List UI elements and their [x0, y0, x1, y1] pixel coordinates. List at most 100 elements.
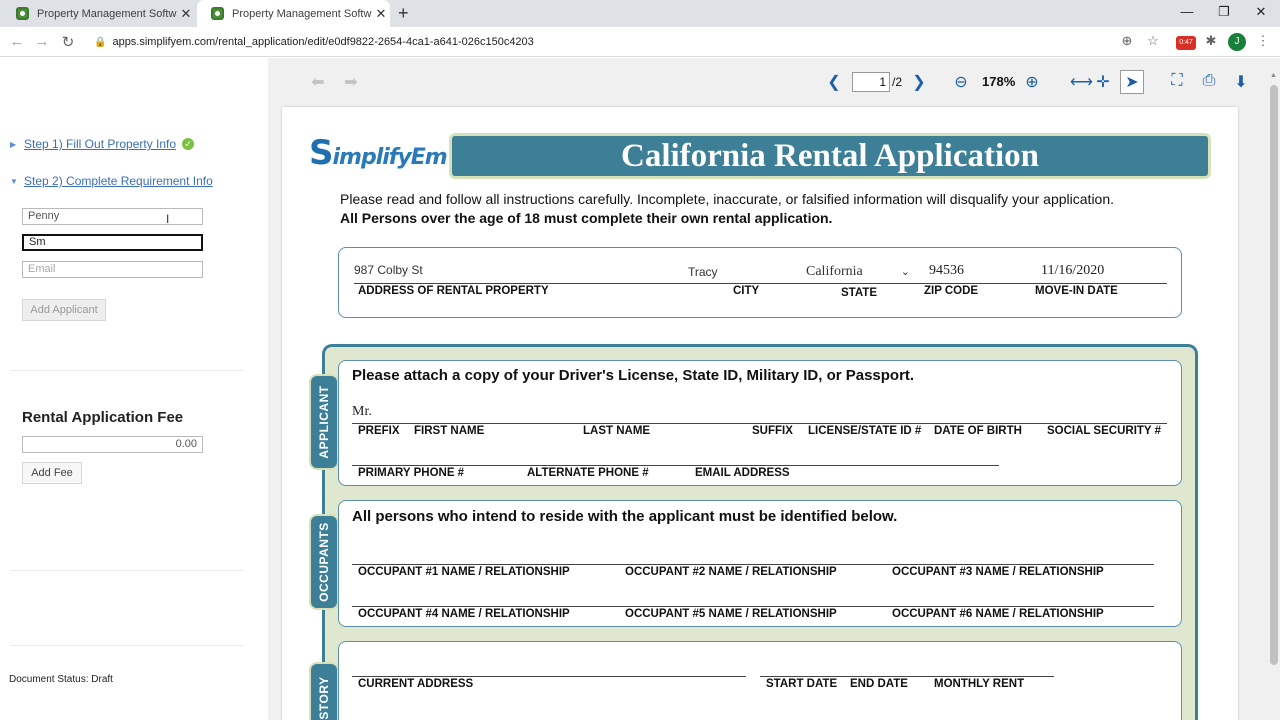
history-tab-label: STORY	[317, 676, 331, 720]
history-side-tab: STORY	[309, 662, 339, 720]
minimize-icon[interactable]: —	[1177, 4, 1197, 19]
document-title: California Rental Application	[449, 133, 1211, 179]
page-number-input[interactable]: 1	[852, 72, 890, 92]
tab-title: Property Management Software	[37, 7, 177, 20]
zoom-indicator-icon[interactable]: ⊕	[1118, 33, 1136, 49]
label-occupant-1: OCCUPANT #1 NAME / RELATIONSHIP	[358, 566, 570, 578]
label-occupant-6: OCCUPANT #6 NAME / RELATIONSHIP	[892, 608, 1104, 620]
label-prefix: PREFIX	[358, 425, 400, 437]
property-state-select[interactable]: California ⌄	[806, 262, 912, 282]
text-cursor-icon: I	[166, 212, 170, 226]
caret-right-icon: ▶	[10, 139, 17, 149]
label-move-in: MOVE-IN DATE	[1035, 285, 1118, 297]
step-1-link[interactable]: ▶ Step 1) Fill Out Property Info ✓	[10, 137, 195, 151]
field-underline	[352, 423, 1167, 424]
occupants-side-tab: OCCUPANTS	[309, 514, 339, 610]
prev-page-icon[interactable]: ❮	[823, 72, 845, 92]
fullscreen-icon[interactable]: ⛶	[1166, 72, 1188, 90]
undo-icon[interactable]: ⬅	[307, 72, 329, 92]
property-address-field[interactable]: 987 Colby St	[354, 263, 423, 277]
tab-title: Property Management Software	[232, 7, 372, 20]
print-icon[interactable]: ⎙	[1198, 72, 1220, 90]
logo-text: implifyEm	[332, 145, 448, 170]
add-fee-button[interactable]: Add Fee	[22, 462, 82, 484]
download-icon[interactable]: ⬇	[1230, 72, 1252, 92]
simplifyem-logo: SimplifyEm	[309, 133, 448, 173]
browser-tab-1[interactable]: Property Management Software ✕	[2, 0, 195, 27]
label-occupant-5: OCCUPANT #5 NAME / RELATIONSHIP	[625, 608, 837, 620]
label-alt-phone: ALTERNATE PHONE #	[527, 467, 649, 479]
fit-width-icon[interactable]: ⟷	[1070, 72, 1093, 92]
extensions-icon[interactable]: ✱	[1202, 33, 1220, 49]
window-close-icon[interactable]: ✕	[1251, 4, 1271, 20]
url-text: apps.simplifyem.com/rental_application/e…	[112, 36, 534, 48]
instructions-line-2: All Persons over the age of 18 must comp…	[340, 210, 833, 226]
field-underline	[354, 283, 1167, 284]
state-value: California	[806, 264, 863, 279]
url-field[interactable]: 🔒 apps.simplifyem.com/rental_application…	[86, 30, 1146, 54]
label-license: LICENSE/STATE ID #	[808, 425, 922, 437]
label-zip: ZIP CODE	[924, 285, 979, 297]
step-2-link[interactable]: ▼ Step 2) Complete Requirement Info	[10, 174, 213, 188]
prefix-field[interactable]: Mr.	[352, 404, 372, 420]
extension-timer-badge[interactable]: 0:47	[1176, 36, 1196, 50]
applicant-tab-label: APPLICANT	[317, 385, 331, 459]
favicon-icon	[211, 7, 224, 20]
back-icon[interactable]: ←	[8, 33, 26, 50]
field-underline	[352, 465, 999, 466]
scrollbar-thumb[interactable]	[1270, 85, 1278, 665]
instructions-line-1: Please read and follow all instructions …	[340, 191, 1115, 207]
lock-icon: 🔒	[94, 36, 107, 48]
profile-avatar[interactable]: J	[1228, 33, 1246, 51]
bookmark-star-icon[interactable]: ☆	[1144, 33, 1162, 49]
email-input[interactable]: Email	[22, 261, 203, 278]
fee-amount-input[interactable]: 0.00	[22, 436, 203, 453]
first-name-input[interactable]: Penny	[22, 208, 203, 225]
field-underline	[352, 606, 1154, 607]
left-panel	[0, 58, 268, 720]
caret-down-icon: ▼	[10, 176, 18, 186]
label-monthly-rent: MONTHLY RENT	[934, 678, 1025, 690]
fee-heading: Rental Application Fee	[22, 409, 184, 426]
label-end-date: END DATE	[850, 678, 908, 690]
redo-icon[interactable]: ➡	[340, 72, 362, 92]
browser-tab-2[interactable]: Property Management Software ✕	[197, 0, 390, 27]
new-tab-icon[interactable]: +	[398, 3, 416, 24]
page-count: /2	[892, 75, 903, 89]
select-icon: ➤	[1125, 74, 1139, 91]
reload-icon[interactable]: ↻	[59, 33, 77, 51]
applicant-heading: Please attach a copy of your Driver's Li…	[352, 367, 915, 384]
close-tab-icon[interactable]: ✕	[372, 6, 390, 22]
occupants-heading: All persons who intend to reside with th…	[352, 508, 898, 525]
property-zip-field[interactable]: 94536	[929, 263, 964, 279]
label-start-date: START DATE	[766, 678, 838, 690]
label-last-name: LAST NAME	[583, 425, 651, 437]
add-applicant-button[interactable]: Add Applicant	[22, 299, 106, 321]
step-2-label: Step 2) Complete Requirement Info	[24, 174, 213, 188]
divider	[10, 370, 244, 371]
zoom-in-icon[interactable]: ⊕	[1021, 72, 1043, 92]
field-underline	[352, 676, 746, 677]
maximize-icon[interactable]: ❐	[1214, 4, 1234, 20]
forward-icon[interactable]: →	[33, 33, 51, 50]
label-first-name: FIRST NAME	[414, 425, 485, 437]
label-ssn: SOCIAL SECURITY #	[1047, 425, 1161, 437]
close-tab-icon[interactable]: ✕	[177, 6, 195, 22]
zoom-out-icon[interactable]: ⊖	[950, 72, 972, 92]
zoom-level[interactable]: 178%	[982, 74, 1015, 89]
label-address: ADDRESS OF RENTAL PROPERTY	[358, 285, 549, 297]
label-state: STATE	[841, 287, 877, 299]
move-in-date-field[interactable]: 11/16/2020	[1041, 263, 1104, 279]
scroll-up-icon[interactable]: ▲	[1270, 72, 1277, 79]
applicant-side-tab: APPLICANT	[309, 374, 339, 470]
pan-icon[interactable]: ✛	[1092, 72, 1114, 92]
step-1-label: Step 1) Fill Out Property Info	[24, 137, 177, 151]
menu-kebab-icon[interactable]: ⋮	[1254, 33, 1272, 49]
field-underline	[760, 676, 1054, 677]
label-primary-phone: PRIMARY PHONE #	[358, 467, 465, 479]
next-page-icon[interactable]: ❯	[908, 72, 930, 92]
occupants-tab-label: OCCUPANTS	[317, 522, 331, 602]
property-city-field[interactable]: Tracy	[688, 265, 718, 279]
last-name-input[interactable]: Sm	[22, 234, 203, 251]
label-occupant-2: OCCUPANT #2 NAME / RELATIONSHIP	[625, 566, 837, 578]
